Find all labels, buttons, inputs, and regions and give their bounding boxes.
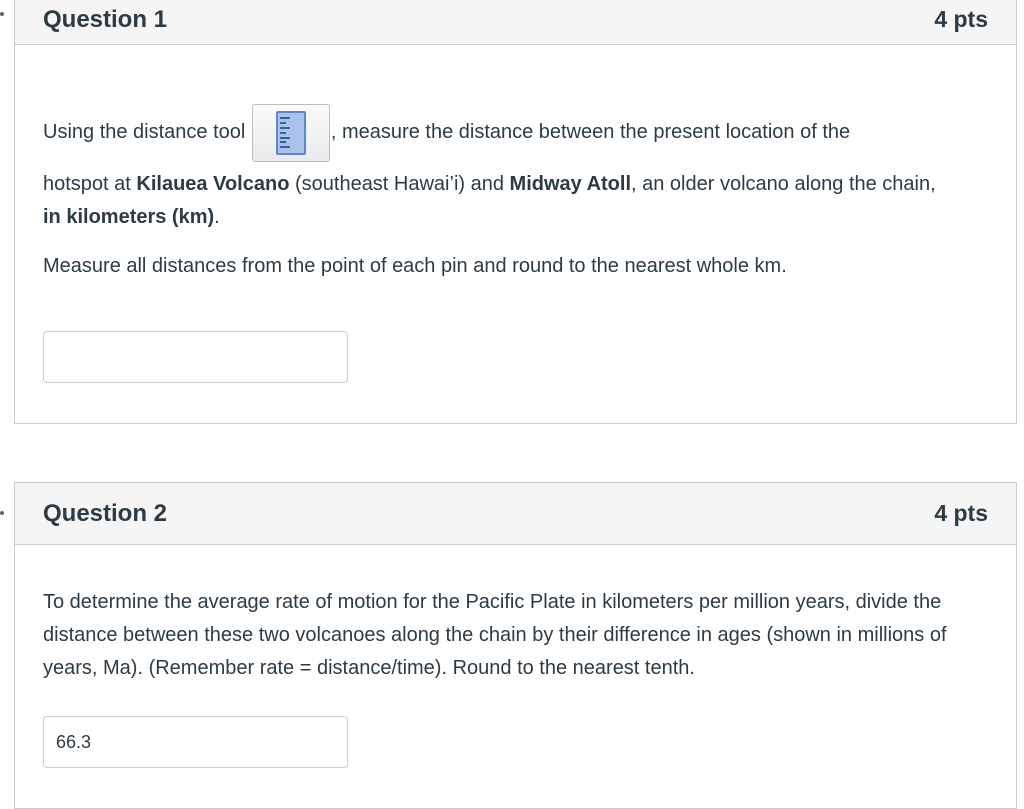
question-1-header: Question 1 4 pts bbox=[15, 0, 1016, 45]
question-2-marker bbox=[0, 511, 4, 515]
quiz-page: Question 1 4 pts Using the distance tool… bbox=[0, 0, 1024, 809]
midway-atoll-label: Midway Atoll bbox=[509, 173, 632, 195]
q1-text-before-tool: Using the distance tool bbox=[43, 121, 251, 143]
units-instruction: in kilometers (km) bbox=[43, 206, 215, 228]
question-2-title: Question 2 bbox=[43, 499, 168, 527]
question-2: Question 2 4 pts To determine the averag… bbox=[14, 482, 1017, 809]
q1-text: hotspot at bbox=[43, 173, 137, 195]
question-2-prompt: To determine the average rate of motion … bbox=[43, 591, 947, 679]
question-1-instructions: Measure all distances from the point of … bbox=[43, 255, 787, 277]
q1-text: , an older volcano along the chain, bbox=[631, 173, 936, 195]
question-1: Question 1 4 pts Using the distance tool… bbox=[14, 0, 1017, 424]
q1-text-after-tool: , measure the distance between the prese… bbox=[330, 121, 851, 143]
ruler-icon bbox=[275, 110, 306, 155]
question-1-marker bbox=[0, 12, 4, 16]
kilauea-volcano-label: Kilauea Volcano bbox=[136, 173, 290, 195]
question-1-line-1: Using the distance tool , measure the di… bbox=[43, 103, 1003, 162]
question-1-answer-input[interactable] bbox=[43, 331, 348, 383]
q1-text: (southeast Hawai’i) and bbox=[289, 173, 510, 195]
distance-tool-button[interactable] bbox=[251, 103, 330, 162]
question-1-title: Question 1 bbox=[43, 5, 168, 33]
question-2-answer-input[interactable] bbox=[43, 716, 348, 768]
q1-text: . bbox=[214, 206, 220, 228]
question-2-header: Question 2 4 pts bbox=[15, 483, 1016, 545]
question-1-points: 4 pts bbox=[934, 6, 988, 32]
question-2-points: 4 pts bbox=[934, 500, 988, 526]
question-1-line-2: hotspot at Kilauea Volcano (southeast Ha… bbox=[43, 168, 1003, 234]
